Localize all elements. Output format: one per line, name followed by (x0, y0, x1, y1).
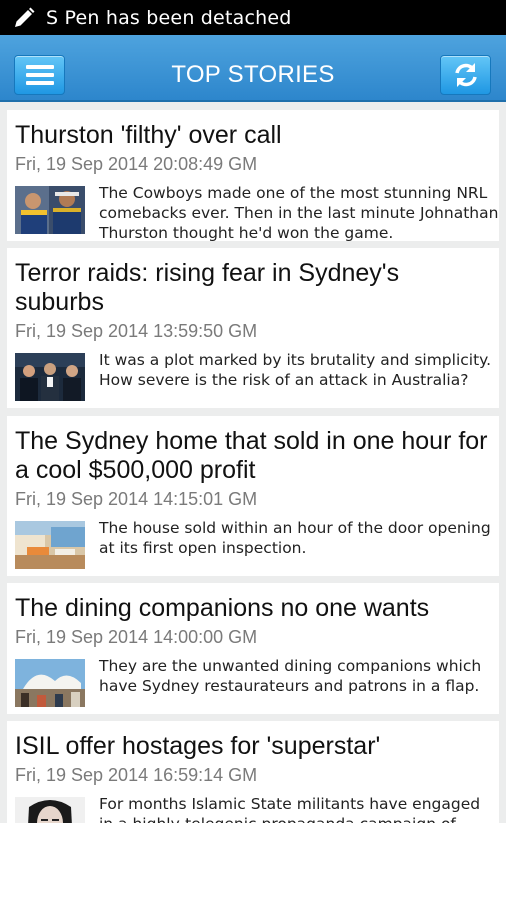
story-card[interactable]: The Sydney home that sold in one hour fo… (7, 416, 499, 576)
refresh-button[interactable] (440, 55, 491, 95)
story-card[interactable]: Terror raids: rising fear in Sydney's su… (7, 248, 499, 408)
story-date: Fri, 19 Sep 2014 14:00:00 GM (15, 627, 258, 647)
story-card[interactable]: Thurston 'filthy' over call Fri, 19 Sep … (7, 110, 499, 242)
story-date: Fri, 19 Sep 2014 13:59:50 GM (15, 321, 258, 341)
story-summary: The Cowboys made one of the most stunnin… (99, 184, 499, 242)
status-bar: S Pen has been detached (0, 0, 506, 35)
story-headline: Terror raids: rising fear in Sydney's su… (15, 259, 400, 316)
pen-icon (15, 7, 35, 27)
status-message: S Pen has been detached (46, 6, 292, 29)
story-headline: The Sydney home that sold in one hour fo… (15, 427, 488, 484)
story-headline: Thurston 'filthy' over call (15, 121, 282, 149)
story-date: Fri, 19 Sep 2014 20:08:49 GM (15, 154, 258, 174)
story-headline: ISIL offer hostages for 'superstar' (15, 732, 381, 760)
page-title: TOP STORIES (171, 61, 335, 88)
story-headline: The dining companions no one wants (15, 594, 430, 622)
app-bar: TOP STORIES (0, 35, 506, 102)
story-thumbnail (15, 521, 85, 569)
story-thumbnail (15, 353, 85, 401)
story-date: Fri, 19 Sep 2014 14:15:01 GM (15, 489, 258, 509)
story-list[interactable]: Thurston 'filthy' over call Fri, 19 Sep … (0, 102, 506, 823)
story-summary: They are the unwanted dining companions … (99, 657, 482, 695)
bottom-blank-area (0, 823, 506, 900)
story-summary: The house sold within an hour of the doo… (99, 519, 491, 557)
story-date: Fri, 19 Sep 2014 16:59:14 GM (15, 765, 258, 785)
story-card[interactable]: ISIL offer hostages for 'superstar' Fri,… (7, 721, 499, 823)
story-card[interactable]: The dining companions no one wants Fri, … (7, 583, 499, 714)
story-thumbnail (15, 659, 85, 707)
refresh-icon (454, 63, 477, 87)
story-thumbnail (15, 186, 85, 234)
story-summary: It was a plot marked by its brutality an… (99, 351, 492, 389)
story-summary: For months Islamic State militants have … (99, 795, 481, 823)
story-thumbnail (15, 797, 85, 823)
